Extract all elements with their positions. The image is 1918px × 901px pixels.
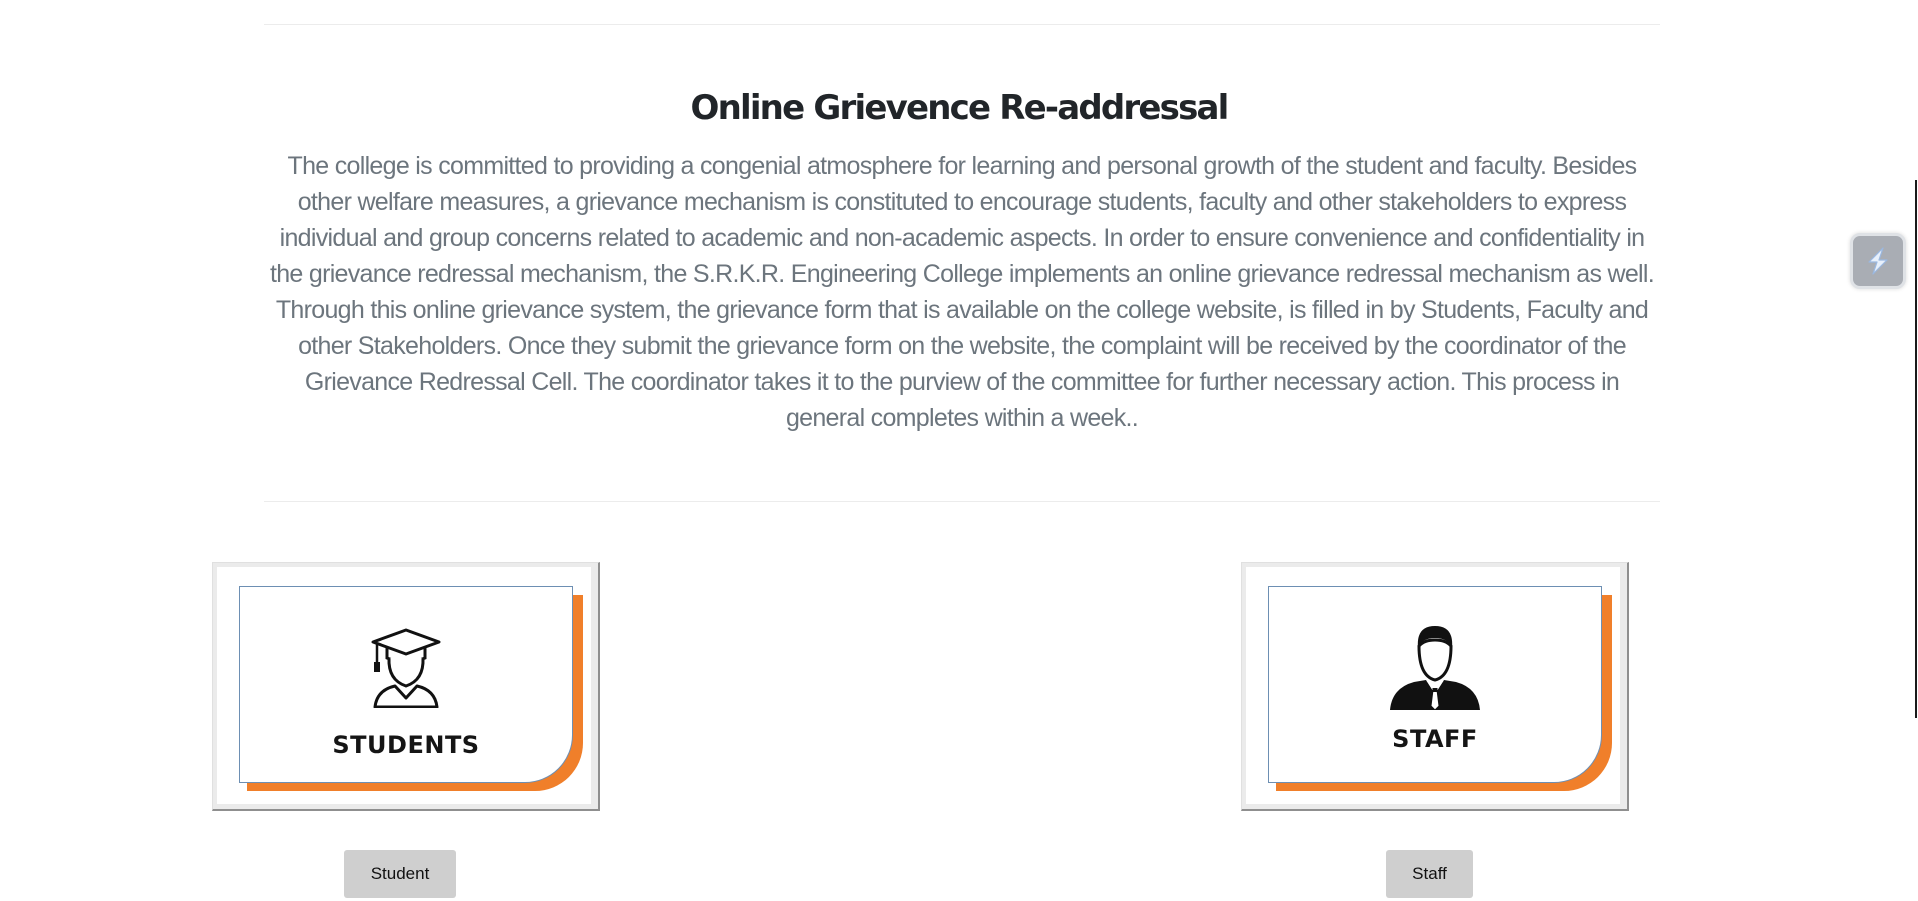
student-button[interactable]: Student (344, 850, 456, 898)
staff-button[interactable]: Staff (1386, 850, 1473, 898)
card-background: STAFF (1246, 567, 1620, 804)
section-divider (264, 501, 1660, 502)
scrollbar-track[interactable] (1914, 0, 1918, 901)
page-title: Online Grievence Re-addressal (690, 88, 1229, 128)
card-background: STUDENTS (217, 567, 591, 804)
card-face: STUDENTS (239, 586, 573, 783)
page: Online Grievence Re-addressal The colleg… (0, 0, 1918, 901)
staff-card-label: STAFF (1392, 725, 1478, 753)
students-card-image: STUDENTS (212, 562, 600, 811)
staff-card-image: STAFF (1241, 562, 1629, 811)
scrollbar-thumb[interactable] (1915, 180, 1917, 718)
top-divider (264, 24, 1660, 25)
card-face: STAFF (1268, 586, 1602, 783)
staff-person-icon (1388, 624, 1482, 715)
graduate-icon (371, 628, 441, 713)
floating-widget-button[interactable] (1850, 233, 1906, 289)
lightning-icon (1868, 247, 1888, 275)
intro-paragraph: The college is committed to providing a … (269, 152, 1655, 432)
students-card-label: STUDENTS (332, 731, 480, 759)
